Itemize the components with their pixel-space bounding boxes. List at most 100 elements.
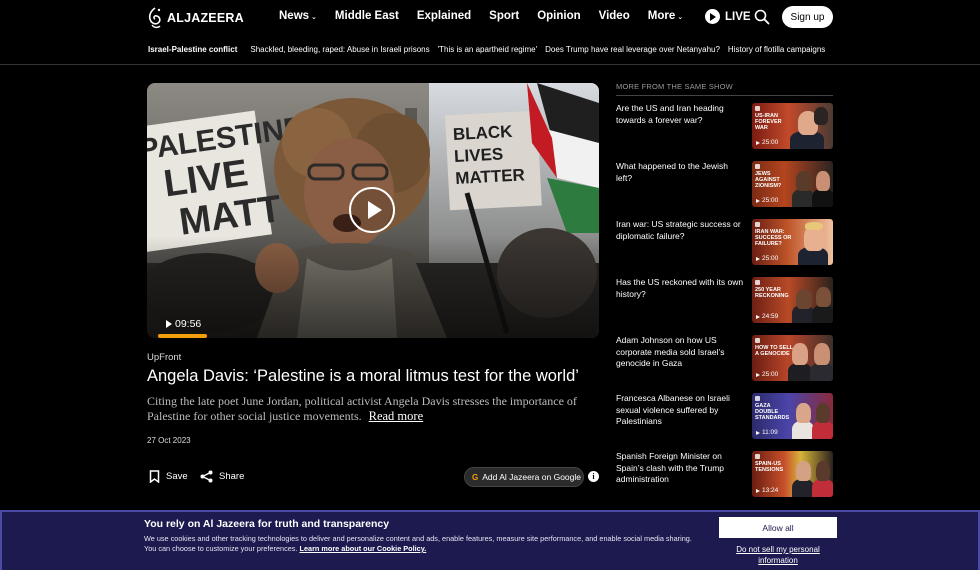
google-icon: G — [472, 472, 479, 482]
nav-video[interactable]: Video — [599, 10, 630, 22]
trending-link[interactable]: Shackled, bleeding, raped: Abuse in Isra… — [250, 45, 429, 54]
nav-video-label: Video — [598, 10, 630, 22]
nav-explained[interactable]: Explained — [417, 10, 471, 22]
save-button[interactable]: Save — [149, 470, 188, 483]
share-label: Share — [219, 471, 245, 482]
video-progress-bar — [158, 334, 207, 338]
do-not-sell-link[interactable]: Do not sell my personal information — [719, 544, 837, 566]
allow-all-button[interactable]: Allow all — [719, 517, 837, 538]
nav-explained-label: Explained — [416, 10, 472, 22]
nav-more[interactable]: More ⌄ — [648, 10, 683, 22]
thumbnail-caption: US-IRAN FOREVER WAR — [755, 113, 782, 131]
aljazeera-small-logo-icon — [755, 338, 760, 343]
thumbnail-caption: GAZA DOUBLE STANDARDS — [755, 403, 790, 421]
related-video-thumbnail[interactable]: IRAN WAR: SUCCESS OR FAILURE? 25:00 — [752, 219, 833, 265]
thumbnail-caption: JEWS AGAINST ZIONISM? — [755, 171, 782, 189]
share-button[interactable]: Share — [200, 470, 244, 483]
related-video-item[interactable]: Are the US and Iran heading towards a fo… — [616, 103, 833, 151]
related-video-title[interactable]: Francesca Albanese on Israeli sexual vio… — [616, 393, 744, 428]
related-video-title[interactable]: Spanish Foreign Minister on Spain’s clas… — [616, 451, 744, 486]
aljazeera-logo[interactable]: ALJAZEERA — [146, 6, 244, 30]
trending-bar: Israel-Palestine conflict Shackled, blee… — [148, 45, 833, 54]
article-description: Citing the late poet June Jordan, politi… — [147, 394, 607, 424]
thumbnail-duration-text: 25:00 — [762, 139, 779, 146]
live-label: LIVE — [725, 10, 751, 23]
play-small-icon — [756, 488, 760, 493]
thumbnail-duration: 13:24 — [756, 487, 778, 494]
related-video-title[interactable]: Iran war: US strategic success or diplom… — [616, 219, 744, 242]
live-button[interactable]: LIVE — [705, 9, 751, 24]
thumbnail-duration-text: 25:00 — [762, 255, 779, 262]
related-video-title[interactable]: Are the US and Iran heading towards a fo… — [616, 103, 744, 126]
trending-link[interactable]: Does Trump have real leverage over Netan… — [545, 45, 720, 54]
video-player[interactable]: PALESTINE LIVE MATT BLACK LIVES MATTER — [147, 83, 599, 338]
logo-text: ALJAZEERA — [167, 11, 244, 25]
related-video-item[interactable]: Spanish Foreign Minister on Spain’s clas… — [616, 451, 833, 499]
sidebar-title: MORE FROM THE SAME SHOW — [616, 82, 733, 91]
info-icon[interactable]: i — [588, 471, 599, 482]
play-small-icon — [756, 256, 760, 261]
play-small-icon — [756, 314, 760, 319]
related-video-thumbnail[interactable]: HOW TO SELL A GENOCIDE 25:00 — [752, 335, 833, 381]
trending-link[interactable]: History of flotilla campaigns — [728, 45, 825, 54]
thumbnail-caption: HOW TO SELL A GENOCIDE — [755, 345, 793, 357]
related-video-thumbnail[interactable]: JEWS AGAINST ZIONISM? 25:00 — [752, 161, 833, 207]
thumbnail-duration: 11:09 — [756, 429, 778, 436]
search-button[interactable] — [754, 9, 770, 30]
cookie-title: You rely on Al Jazeera for truth and tra… — [144, 518, 390, 530]
thumbnail-duration: 25:00 — [756, 371, 778, 378]
related-video-item[interactable]: Adam Johnson on how US corporate media s… — [616, 335, 833, 383]
related-video-thumbnail[interactable]: SPAIN-US TENSIONS 13:24 — [752, 451, 833, 497]
aljazeera-small-logo-icon — [755, 164, 760, 169]
related-video-title[interactable]: What happened to the Jewish left? — [616, 161, 744, 184]
related-video-title[interactable]: Has the US reckoned with its own history… — [616, 277, 744, 300]
article-headline: Angela Davis: ‘Palestine is a moral litm… — [147, 367, 579, 385]
trending-link[interactable]: 'This is an apartheid regime' — [438, 45, 538, 54]
chevron-down-icon: ⌄ — [677, 13, 684, 21]
article-description-text: Citing the late poet June Jordan, politi… — [147, 394, 577, 423]
program-name[interactable]: UpFront — [147, 352, 181, 363]
chevron-down-icon: ⌄ — [311, 13, 317, 21]
add-on-google-button[interactable]: G Add Al Jazeera on Google — [464, 467, 584, 487]
nav-news-label: News — [279, 10, 310, 22]
nav-middle-east-label: Middle East — [334, 10, 399, 22]
nav-opinion[interactable]: Opinion — [537, 10, 580, 22]
nav-sport-label: Sport — [489, 10, 520, 22]
logo-calligraphy-icon — [148, 7, 161, 29]
related-video-thumbnail[interactable]: US-IRAN FOREVER WAR 25:00 — [752, 103, 833, 149]
related-video-thumbnail[interactable]: 250 YEAR RECKONING 24:59 — [752, 277, 833, 323]
trending-topic[interactable]: Israel-Palestine conflict — [148, 45, 237, 54]
signup-button[interactable]: Sign up — [782, 6, 833, 28]
nav-middle-east[interactable]: Middle East — [335, 10, 399, 22]
cookie-text: We use cookies and other tracking techno… — [144, 534, 704, 554]
aljazeera-small-logo-icon — [755, 106, 760, 111]
read-more-link[interactable]: Read more — [369, 409, 424, 423]
nav-opinion-label: Opinion — [537, 10, 581, 22]
main-nav: News ⌄ Middle East Explained Sport Opinio… — [279, 10, 701, 22]
nav-sport[interactable]: Sport — [489, 10, 519, 22]
video-play-icon[interactable] — [349, 187, 395, 233]
cookie-policy-link[interactable]: Learn more about our Cookie Policy. — [300, 544, 427, 553]
site-header: ALJAZEERA News ⌄ Middle East Explained Sp… — [0, 0, 980, 36]
play-small-icon — [756, 140, 760, 145]
add-on-google-label: Add Al Jazeera on Google — [482, 472, 581, 482]
bookmark-icon — [149, 470, 160, 483]
thumbnail-duration: 25:00 — [756, 255, 778, 262]
thumbnail-duration-text: 25:00 — [762, 197, 779, 204]
related-video-item[interactable]: What happened to the Jewish left? JEWS A… — [616, 161, 833, 209]
publish-date: 27 Oct 2023 — [147, 436, 191, 445]
related-video-item[interactable]: Iran war: US strategic success or diplom… — [616, 219, 833, 267]
aljazeera-small-logo-icon — [755, 222, 760, 227]
save-label: Save — [166, 471, 188, 482]
nav-more-label: More — [647, 10, 676, 22]
search-icon — [754, 9, 770, 25]
aljazeera-small-logo-icon — [755, 396, 760, 401]
related-video-thumbnail[interactable]: GAZA DOUBLE STANDARDS 11:09 — [752, 393, 833, 439]
related-video-item[interactable]: Francesca Albanese on Israeli sexual vio… — [616, 393, 833, 441]
play-small-icon — [166, 320, 172, 328]
related-video-item[interactable]: Has the US reckoned with its own history… — [616, 277, 833, 325]
related-video-title[interactable]: Adam Johnson on how US corporate media s… — [616, 335, 744, 370]
play-small-icon — [756, 430, 760, 435]
thumbnail-duration-text: 24:59 — [762, 313, 779, 320]
nav-news[interactable]: News ⌄ — [279, 10, 317, 22]
